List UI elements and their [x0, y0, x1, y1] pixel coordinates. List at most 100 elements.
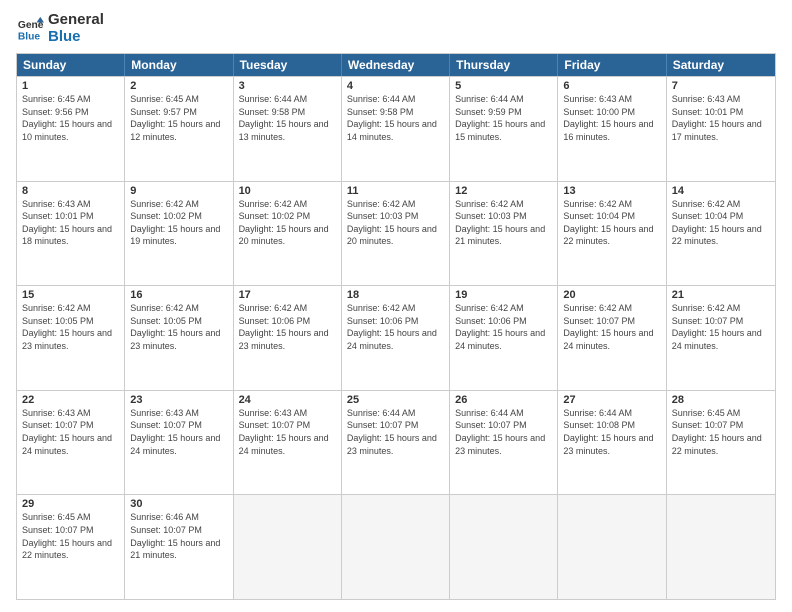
cal-cell: 9 Sunrise: 6:42 AM Sunset: 10:02 PM Dayl…: [125, 182, 233, 286]
cal-cell: 10 Sunrise: 6:42 AM Sunset: 10:02 PM Day…: [234, 182, 342, 286]
day-info: Sunrise: 6:44 AM Sunset: 9:59 PM Dayligh…: [455, 93, 552, 143]
day-info: Sunrise: 6:42 AM Sunset: 10:03 PM Daylig…: [455, 198, 552, 248]
day-number: 15: [22, 289, 119, 301]
day-info: Sunrise: 6:44 AM Sunset: 10:07 PM Daylig…: [455, 407, 552, 457]
svg-text:Blue: Blue: [18, 31, 41, 42]
col-friday: Friday: [558, 54, 666, 76]
day-number: 27: [563, 394, 660, 406]
day-number: 30: [130, 498, 227, 510]
day-number: 11: [347, 185, 444, 197]
day-info: Sunrise: 6:44 AM Sunset: 9:58 PM Dayligh…: [347, 93, 444, 143]
cal-cell: 28 Sunrise: 6:45 AM Sunset: 10:07 PM Day…: [667, 391, 775, 495]
calendar-header: Sunday Monday Tuesday Wednesday Thursday…: [17, 54, 775, 76]
day-info: Sunrise: 6:44 AM Sunset: 10:08 PM Daylig…: [563, 407, 660, 457]
day-info: Sunrise: 6:45 AM Sunset: 10:07 PM Daylig…: [22, 511, 119, 561]
day-info: Sunrise: 6:42 AM Sunset: 10:03 PM Daylig…: [347, 198, 444, 248]
day-number: 7: [672, 80, 770, 92]
cal-cell: 5 Sunrise: 6:44 AM Sunset: 9:59 PM Dayli…: [450, 77, 558, 181]
day-info: Sunrise: 6:43 AM Sunset: 10:01 PM Daylig…: [22, 198, 119, 248]
cal-cell: 12 Sunrise: 6:42 AM Sunset: 10:03 PM Day…: [450, 182, 558, 286]
cal-cell: 15 Sunrise: 6:42 AM Sunset: 10:05 PM Day…: [17, 286, 125, 390]
day-number: 18: [347, 289, 444, 301]
cal-cell: 4 Sunrise: 6:44 AM Sunset: 9:58 PM Dayli…: [342, 77, 450, 181]
day-info: Sunrise: 6:44 AM Sunset: 10:07 PM Daylig…: [347, 407, 444, 457]
col-thursday: Thursday: [450, 54, 558, 76]
day-info: Sunrise: 6:45 AM Sunset: 9:56 PM Dayligh…: [22, 93, 119, 143]
day-info: Sunrise: 6:45 AM Sunset: 9:57 PM Dayligh…: [130, 93, 227, 143]
cal-cell: 13 Sunrise: 6:42 AM Sunset: 10:04 PM Day…: [558, 182, 666, 286]
day-info: Sunrise: 6:42 AM Sunset: 10:07 PM Daylig…: [672, 302, 770, 352]
cal-cell: 25 Sunrise: 6:44 AM Sunset: 10:07 PM Day…: [342, 391, 450, 495]
day-number: 4: [347, 80, 444, 92]
logo-text: General Blue: [48, 12, 104, 45]
day-info: Sunrise: 6:43 AM Sunset: 10:01 PM Daylig…: [672, 93, 770, 143]
day-number: 3: [239, 80, 336, 92]
week-row-0: 1 Sunrise: 6:45 AM Sunset: 9:56 PM Dayli…: [17, 76, 775, 181]
day-number: 16: [130, 289, 227, 301]
logo: General Blue General Blue: [16, 12, 104, 45]
cal-cell: [234, 495, 342, 599]
cal-cell: 3 Sunrise: 6:44 AM Sunset: 9:58 PM Dayli…: [234, 77, 342, 181]
day-info: Sunrise: 6:42 AM Sunset: 10:02 PM Daylig…: [130, 198, 227, 248]
day-number: 12: [455, 185, 552, 197]
week-row-4: 29 Sunrise: 6:45 AM Sunset: 10:07 PM Day…: [17, 494, 775, 599]
day-info: Sunrise: 6:42 AM Sunset: 10:04 PM Daylig…: [672, 198, 770, 248]
day-number: 23: [130, 394, 227, 406]
col-monday: Monday: [125, 54, 233, 76]
day-number: 9: [130, 185, 227, 197]
day-info: Sunrise: 6:42 AM Sunset: 10:02 PM Daylig…: [239, 198, 336, 248]
day-info: Sunrise: 6:42 AM Sunset: 10:04 PM Daylig…: [563, 198, 660, 248]
cal-cell: 8 Sunrise: 6:43 AM Sunset: 10:01 PM Dayl…: [17, 182, 125, 286]
cal-cell: 19 Sunrise: 6:42 AM Sunset: 10:06 PM Day…: [450, 286, 558, 390]
day-number: 13: [563, 185, 660, 197]
cal-cell: 24 Sunrise: 6:43 AM Sunset: 10:07 PM Day…: [234, 391, 342, 495]
day-info: Sunrise: 6:43 AM Sunset: 10:00 PM Daylig…: [563, 93, 660, 143]
cal-cell: [558, 495, 666, 599]
calendar: Sunday Monday Tuesday Wednesday Thursday…: [16, 53, 776, 600]
cal-cell: 23 Sunrise: 6:43 AM Sunset: 10:07 PM Day…: [125, 391, 233, 495]
week-row-1: 8 Sunrise: 6:43 AM Sunset: 10:01 PM Dayl…: [17, 181, 775, 286]
cal-cell: 2 Sunrise: 6:45 AM Sunset: 9:57 PM Dayli…: [125, 77, 233, 181]
day-info: Sunrise: 6:43 AM Sunset: 10:07 PM Daylig…: [130, 407, 227, 457]
logo-icon: General Blue: [16, 15, 44, 43]
day-info: Sunrise: 6:45 AM Sunset: 10:07 PM Daylig…: [672, 407, 770, 457]
day-number: 14: [672, 185, 770, 197]
calendar-body: 1 Sunrise: 6:45 AM Sunset: 9:56 PM Dayli…: [17, 76, 775, 599]
cal-cell: 18 Sunrise: 6:42 AM Sunset: 10:06 PM Day…: [342, 286, 450, 390]
day-info: Sunrise: 6:42 AM Sunset: 10:06 PM Daylig…: [347, 302, 444, 352]
cal-cell: [667, 495, 775, 599]
week-row-2: 15 Sunrise: 6:42 AM Sunset: 10:05 PM Day…: [17, 285, 775, 390]
day-number: 8: [22, 185, 119, 197]
col-sunday: Sunday: [17, 54, 125, 76]
cal-cell: 22 Sunrise: 6:43 AM Sunset: 10:07 PM Day…: [17, 391, 125, 495]
cal-cell: [342, 495, 450, 599]
day-number: 19: [455, 289, 552, 301]
cal-cell: 7 Sunrise: 6:43 AM Sunset: 10:01 PM Dayl…: [667, 77, 775, 181]
header: General Blue General Blue: [16, 12, 776, 45]
day-info: Sunrise: 6:44 AM Sunset: 9:58 PM Dayligh…: [239, 93, 336, 143]
cal-cell: 27 Sunrise: 6:44 AM Sunset: 10:08 PM Day…: [558, 391, 666, 495]
day-info: Sunrise: 6:46 AM Sunset: 10:07 PM Daylig…: [130, 511, 227, 561]
day-number: 29: [22, 498, 119, 510]
day-number: 20: [563, 289, 660, 301]
cal-cell: 1 Sunrise: 6:45 AM Sunset: 9:56 PM Dayli…: [17, 77, 125, 181]
day-info: Sunrise: 6:42 AM Sunset: 10:07 PM Daylig…: [563, 302, 660, 352]
cal-cell: 29 Sunrise: 6:45 AM Sunset: 10:07 PM Day…: [17, 495, 125, 599]
day-info: Sunrise: 6:42 AM Sunset: 10:06 PM Daylig…: [455, 302, 552, 352]
col-saturday: Saturday: [667, 54, 775, 76]
col-tuesday: Tuesday: [234, 54, 342, 76]
day-number: 17: [239, 289, 336, 301]
day-info: Sunrise: 6:43 AM Sunset: 10:07 PM Daylig…: [239, 407, 336, 457]
day-number: 2: [130, 80, 227, 92]
cal-cell: 16 Sunrise: 6:42 AM Sunset: 10:05 PM Day…: [125, 286, 233, 390]
page: General Blue General Blue Sunday Monday …: [0, 0, 792, 612]
cal-cell: 6 Sunrise: 6:43 AM Sunset: 10:00 PM Dayl…: [558, 77, 666, 181]
cal-cell: 21 Sunrise: 6:42 AM Sunset: 10:07 PM Day…: [667, 286, 775, 390]
day-info: Sunrise: 6:42 AM Sunset: 10:05 PM Daylig…: [22, 302, 119, 352]
cal-cell: 26 Sunrise: 6:44 AM Sunset: 10:07 PM Day…: [450, 391, 558, 495]
day-number: 24: [239, 394, 336, 406]
day-number: 6: [563, 80, 660, 92]
day-info: Sunrise: 6:42 AM Sunset: 10:05 PM Daylig…: [130, 302, 227, 352]
day-number: 22: [22, 394, 119, 406]
day-number: 10: [239, 185, 336, 197]
